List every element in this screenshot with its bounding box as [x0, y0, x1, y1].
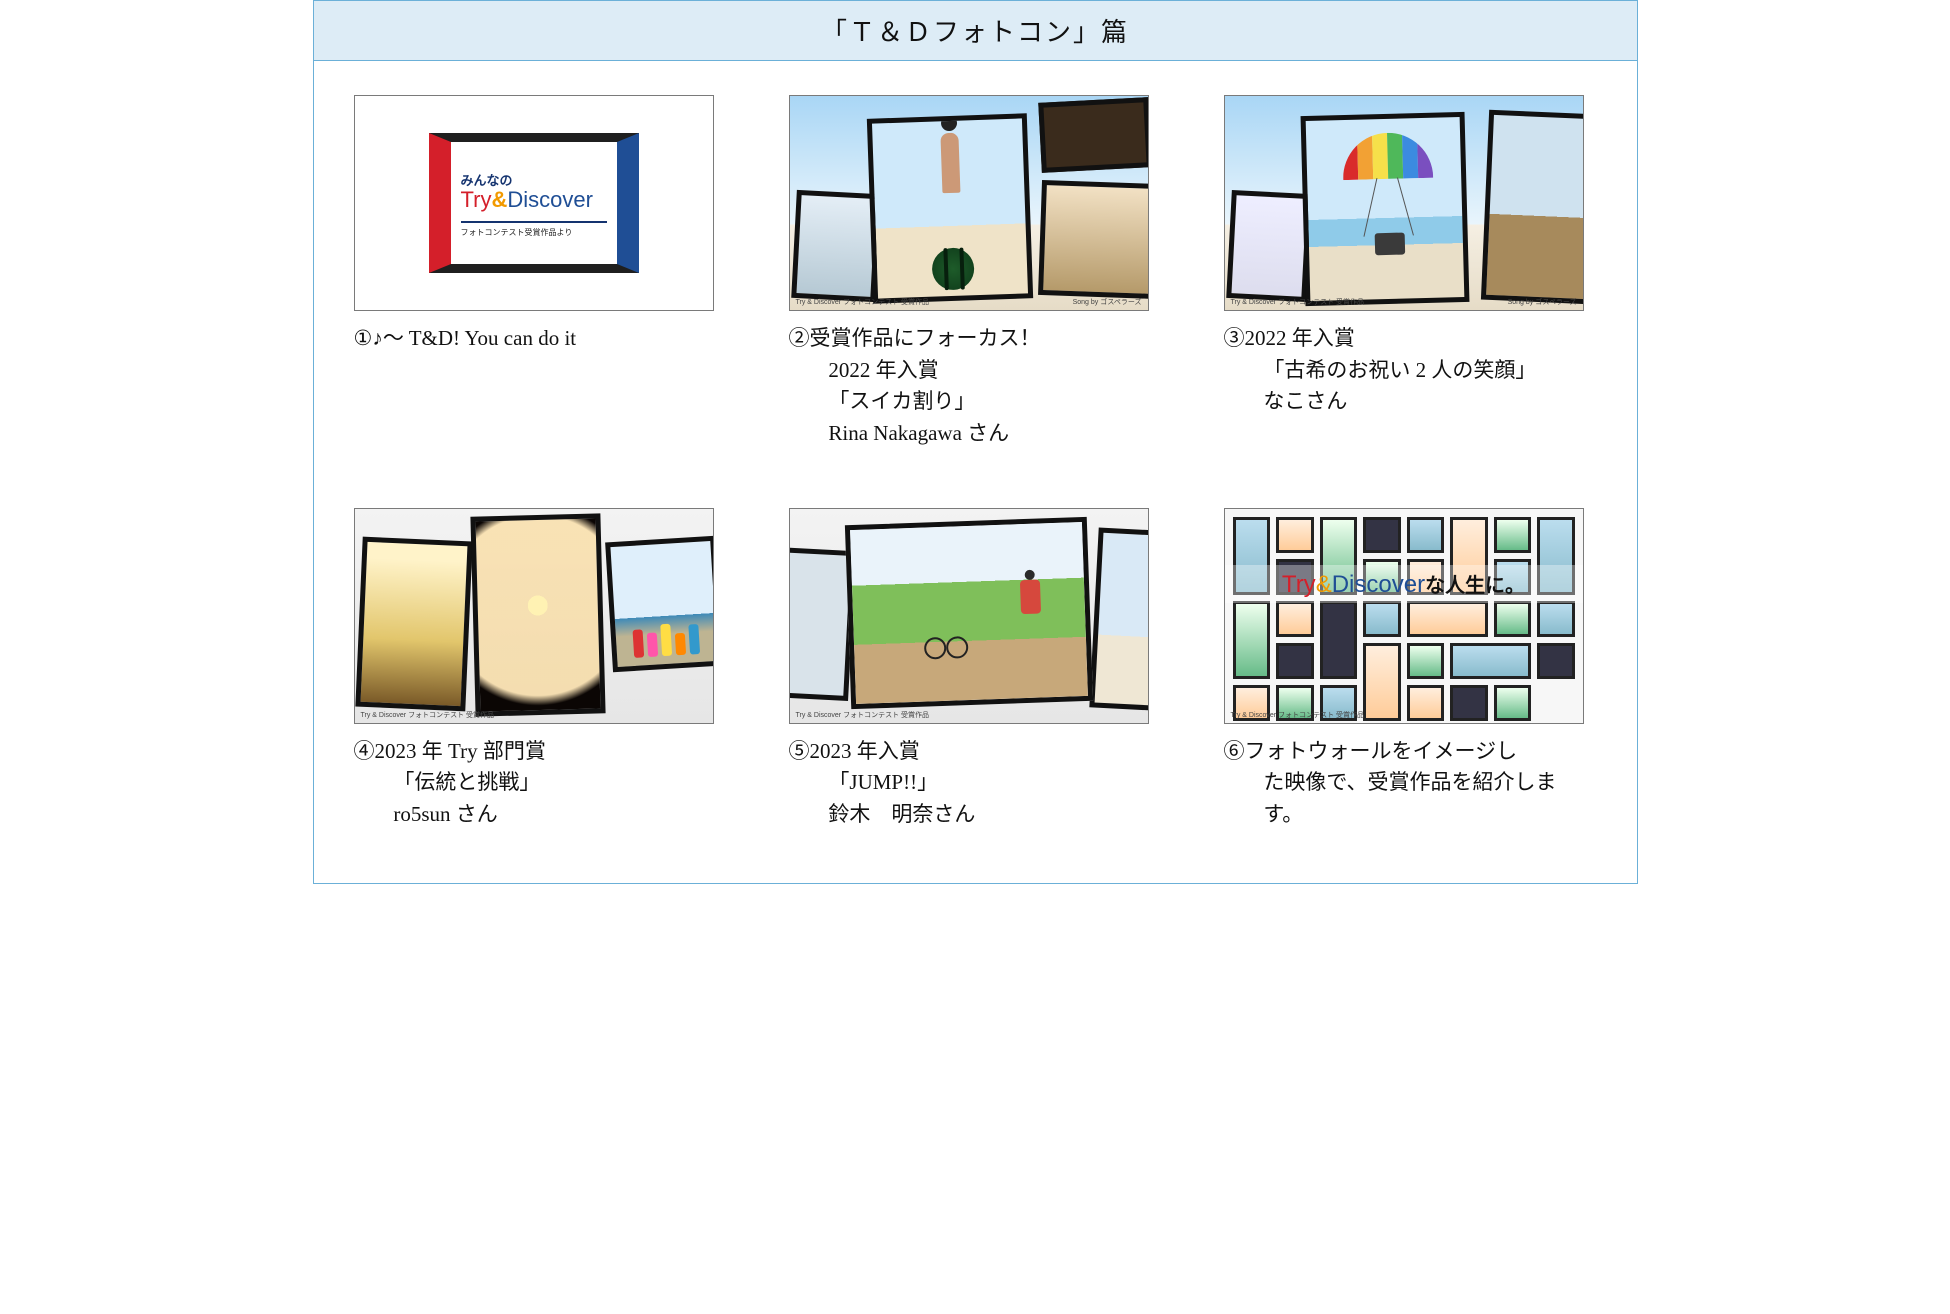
wall-tile [1407, 517, 1445, 553]
panel-3-caption: ③2022 年入賞 「古希のお祝い 2 人の笑顔」 なこさん [1224, 323, 1597, 418]
wall-tile [1233, 601, 1271, 679]
wall-tile [1276, 601, 1314, 637]
contest-credit: Try & Discover フォトコンテスト 受賞作品 [796, 710, 930, 720]
panel-5: Try & Discover フォトコンテスト 受賞作品 ⑤2023 年入賞 「… [789, 508, 1162, 863]
td-logo-wordmark: Try&Discover [461, 187, 607, 213]
panel-1: みんなの Try&Discover フォトコンテスト受賞作品より ①♪～ T&D… [354, 95, 727, 482]
caption-line: 「JUMP!!」 [789, 767, 1162, 799]
banner-jp: な人生に。 [1425, 575, 1525, 597]
banner-amp: & [1316, 571, 1332, 598]
wall-tile [1276, 517, 1314, 553]
td-logo-subtitle: フォトコンテスト受賞作品より [461, 221, 607, 238]
side-photo-left [1226, 190, 1312, 302]
caption-line: 「スイカ割り」 [789, 386, 1162, 418]
wall-tile [1407, 601, 1488, 637]
wall-tile [1494, 601, 1532, 637]
caption-line: ①♪～ T&D! You can do it [354, 323, 727, 355]
wall-tile [1276, 643, 1314, 679]
panel-4: Try & Discover フォトコンテスト 受賞作品 ④2023 年 Try… [354, 508, 727, 863]
panel-1-thumb: みんなの Try&Discover フォトコンテスト受賞作品より [354, 95, 714, 311]
kids-dancing [621, 619, 711, 658]
banner-discover: Discover [1332, 571, 1425, 598]
parasail-riders [1374, 232, 1405, 255]
panel-1-caption: ①♪～ T&D! You can do it [354, 323, 727, 355]
contest-credit: Try & Discover フォトコンテスト 受賞作品 [361, 710, 495, 720]
panel-3: Try & Discover フォトコンテスト 受賞作品 Song by ゴスペ… [1224, 95, 1597, 482]
wall-tile [1320, 601, 1358, 679]
discover-text: Discover [507, 187, 593, 212]
wall-tile [1407, 643, 1445, 679]
parasail-ropes [1365, 176, 1411, 237]
jumping-person-icon [1019, 579, 1040, 614]
caption-line: ro5sun さん [354, 799, 727, 831]
panel-4-caption: ④2023 年 Try 部門賞 「伝統と挑戦」 ro5sun さん [354, 736, 727, 831]
bicycle-icon [923, 630, 968, 660]
caption-line: す。 [1224, 799, 1597, 831]
featured-photo-parasail [1300, 112, 1469, 306]
caption-line: 「古希のお祝い 2 人の笑顔」 [1224, 355, 1597, 387]
amp-text: & [491, 187, 507, 212]
wall-tile [1363, 517, 1401, 553]
side-photo-right-beach [605, 536, 714, 672]
wall-tile [1450, 643, 1531, 679]
featured-photo-suikawari [866, 113, 1032, 303]
side-photo-top-right [1038, 97, 1149, 173]
side-photo-left [791, 190, 881, 302]
page-title: 「Ｔ＆Ｄフォトコン」篇 [821, 12, 1129, 49]
song-credit: Song by ゴスペラーズ [1073, 297, 1142, 307]
song-credit: Song by ゴスペラーズ [1508, 297, 1577, 307]
wall-tile [1537, 601, 1575, 637]
wall-tile [1494, 685, 1532, 721]
field-scene [850, 522, 1088, 704]
caption-line: なこさん [1224, 386, 1597, 418]
caption-line: た映像で、受賞作品を紹介しま [1224, 767, 1597, 799]
watermelon-icon [931, 247, 974, 290]
wall-tile [1537, 643, 1575, 679]
header-bar: 「Ｔ＆Ｄフォトコン」篇 [314, 1, 1637, 61]
featured-photo-jump [844, 517, 1092, 709]
panel-6-caption: ⑥フォトウォールをイメージし た映像で、受賞作品を紹介しま す。 [1224, 736, 1597, 831]
caption-line: ②受賞作品にフォーカス！ [789, 323, 1162, 355]
caption-line: 2022 年入賞 [789, 355, 1162, 387]
storyboard-page: 「Ｔ＆Ｄフォトコン」篇 みんなの Try&Discover フォトコンテスト受賞… [313, 0, 1638, 884]
side-photo-left [789, 547, 856, 701]
caption-line: ⑥フォトウォールをイメージし [1224, 736, 1597, 768]
caption-line: Rina Nakagawa さん [789, 418, 1162, 450]
caption-line: 「伝統と挑戦」 [354, 767, 727, 799]
contest-credit: Try & Discover フォトコンテスト 受賞作品 [1231, 297, 1365, 307]
td-logo-frame: みんなの Try&Discover フォトコンテスト受賞作品より [429, 133, 639, 273]
featured-photo-fireworks [470, 513, 605, 716]
caption-line: ④2023 年 Try 部門賞 [354, 736, 727, 768]
side-photo-bottom-right [1038, 180, 1149, 299]
photo-wall-banner: Try&Discoverな人生に。 [1225, 565, 1583, 603]
caption-line: ③2022 年入賞 [1224, 323, 1597, 355]
side-photo-left-autumn [355, 536, 472, 711]
contest-credit: Try & Discover フォトコンテスト 受賞作品 [1231, 710, 1365, 720]
panel-2-caption: ②受賞作品にフォーカス！ 2022 年入賞 「スイカ割り」 Rina Nakag… [789, 323, 1162, 449]
storyboard-grid: みんなの Try&Discover フォトコンテスト受賞作品より ①♪～ T&D… [314, 61, 1637, 883]
try-text: Try [461, 187, 492, 212]
panel-3-thumb: Try & Discover フォトコンテスト 受賞作品 Song by ゴスペ… [1224, 95, 1584, 311]
panel-5-thumb: Try & Discover フォトコンテスト 受賞作品 [789, 508, 1149, 724]
panel-4-thumb: Try & Discover フォトコンテスト 受賞作品 [354, 508, 714, 724]
wall-tile [1407, 685, 1445, 721]
child-figure [940, 133, 960, 194]
wall-tile [1450, 685, 1488, 721]
panel-2-thumb: Try & Discover フォトコンテスト 受賞作品 Song by ゴスペ… [789, 95, 1149, 311]
photo-wall [1233, 517, 1575, 699]
wall-tile [1363, 601, 1401, 637]
wall-tile [1494, 517, 1532, 553]
parasail-icon [1342, 132, 1433, 180]
panel-6-thumb: Try&Discoverな人生に。 Try & Discover フォトコンテス… [1224, 508, 1584, 724]
caption-line: ⑤2023 年入賞 [789, 736, 1162, 768]
panel-6: Try&Discoverな人生に。 Try & Discover フォトコンテス… [1224, 508, 1597, 863]
banner-try: Try [1282, 571, 1316, 598]
side-photo-right [1089, 527, 1149, 710]
panel-2: Try & Discover フォトコンテスト 受賞作品 Song by ゴスペ… [789, 95, 1162, 482]
panel-5-caption: ⑤2023 年入賞 「JUMP!!」 鈴木 明奈さん [789, 736, 1162, 831]
side-photo-right [1480, 110, 1583, 305]
caption-line: 鈴木 明奈さん [789, 799, 1162, 831]
wall-tile [1363, 643, 1401, 721]
contest-credit: Try & Discover フォトコンテスト 受賞作品 [796, 297, 930, 307]
